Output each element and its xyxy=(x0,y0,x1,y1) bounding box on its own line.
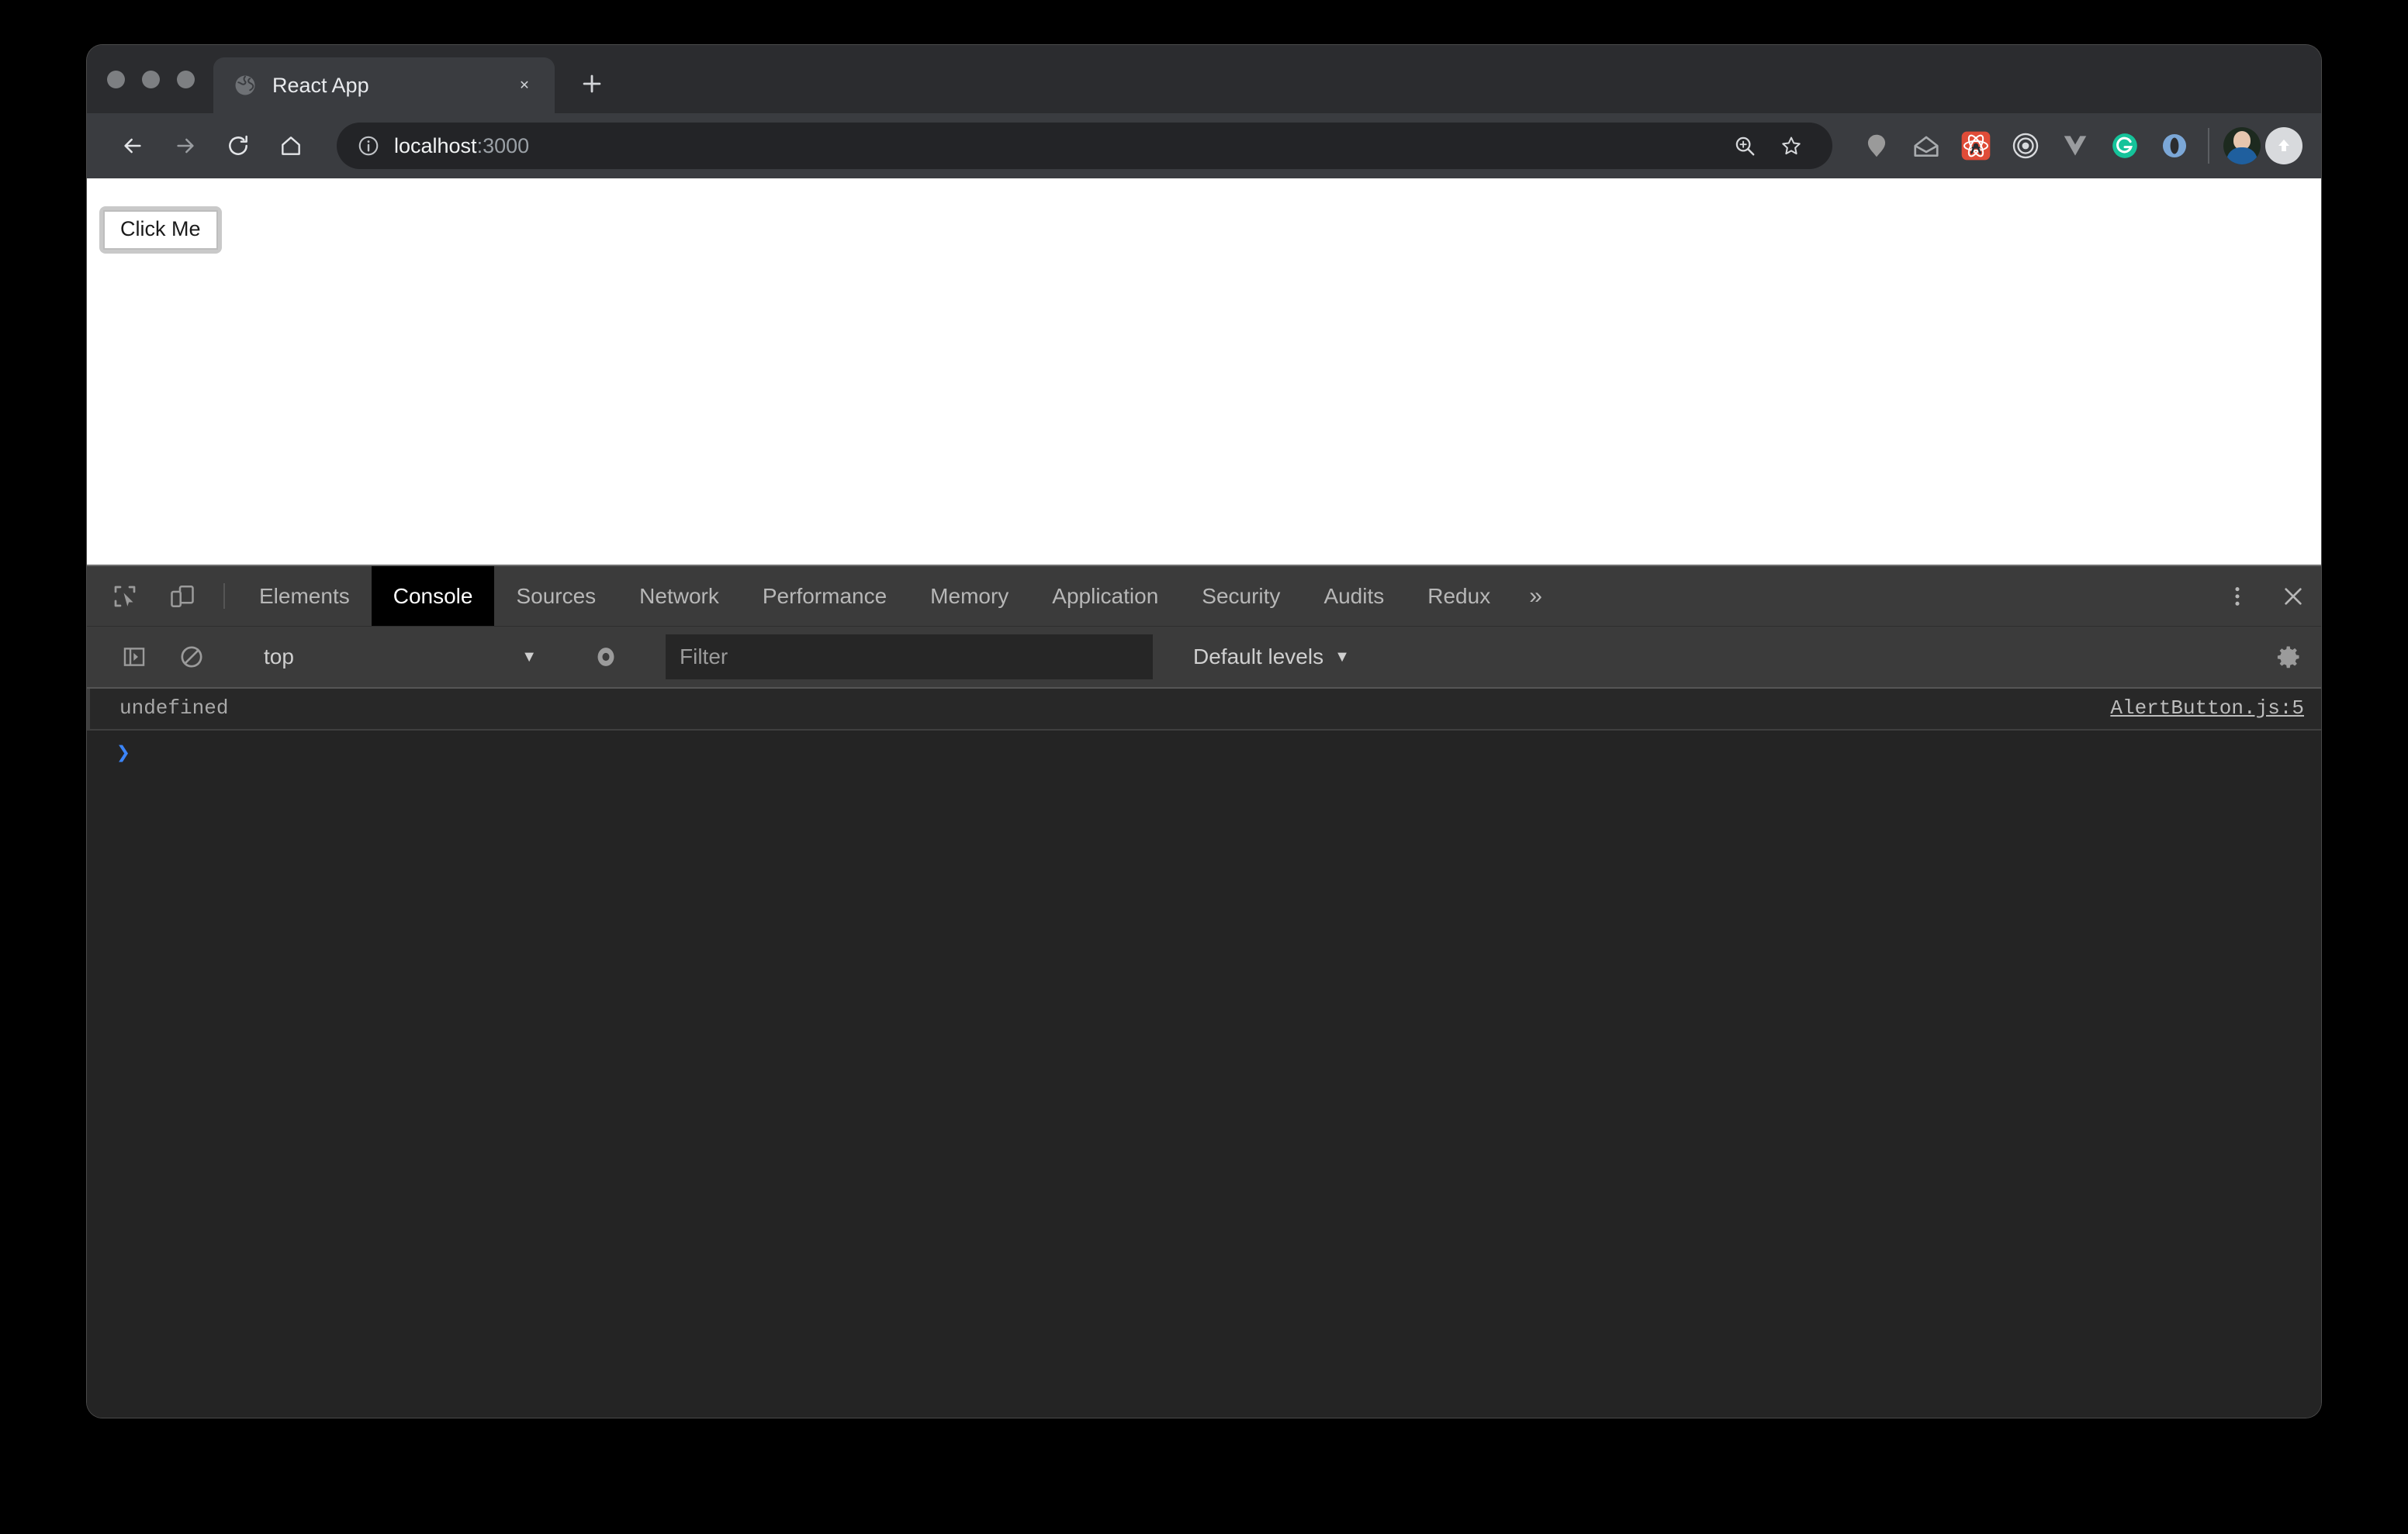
console-prompt-row[interactable]: ❯ xyxy=(87,731,2321,766)
react-devtools-icon[interactable] xyxy=(1956,126,1995,165)
close-icon[interactable] xyxy=(2265,566,2321,627)
inbox-envelope-icon[interactable] xyxy=(1907,126,1946,165)
click-me-button[interactable]: Click Me xyxy=(103,210,218,250)
pin-blob-icon[interactable] xyxy=(1857,126,1896,165)
globe-icon xyxy=(234,74,257,97)
tab-strip: React App ✕ xyxy=(87,45,2321,113)
console-source-link[interactable]: AlertButton.js:5 xyxy=(2110,696,2304,720)
devtools-panel: Elements Console Sources Network Perform… xyxy=(87,565,2321,1418)
console-log-levels-select[interactable]: Default levels ▼ xyxy=(1171,644,1372,669)
console-output[interactable]: undefined AlertButton.js:5 ❯ xyxy=(87,689,2321,1418)
forward-button[interactable] xyxy=(161,122,209,170)
address-bar[interactable]: localhost:3000 xyxy=(337,123,1832,169)
zoom-search-icon[interactable] xyxy=(1724,125,1766,167)
reload-button[interactable] xyxy=(214,122,262,170)
home-button[interactable] xyxy=(267,122,315,170)
live-expression-eye-icon[interactable] xyxy=(577,644,635,670)
vue-chevron-icon[interactable] xyxy=(2056,126,2095,165)
gear-icon[interactable] xyxy=(2256,626,2321,688)
target-circles-icon[interactable] xyxy=(2006,126,2045,165)
console-log-levels-value: Default levels xyxy=(1193,644,1324,669)
devtools-toolbar-divider xyxy=(223,583,225,609)
console-filter-input[interactable] xyxy=(666,634,1153,679)
console-filter-toolbar: top ▼ Default levels ▼ xyxy=(87,627,2321,689)
devtools-tab-security[interactable]: Security xyxy=(1180,566,1302,626)
devtools-tab-elements[interactable]: Elements xyxy=(237,566,372,626)
page-viewport: Click Me xyxy=(87,178,2321,565)
new-tab-button[interactable] xyxy=(569,60,615,107)
console-context-value: top xyxy=(264,644,294,669)
devtools-tabbar: Elements Console Sources Network Perform… xyxy=(87,566,2321,627)
extension-icons xyxy=(1849,126,2194,165)
star-icon[interactable] xyxy=(1770,125,1812,167)
profile-avatar[interactable] xyxy=(2223,127,2261,164)
console-message-row[interactable]: undefined AlertButton.js:5 xyxy=(87,689,2321,731)
avatar-body xyxy=(2226,147,2258,164)
browser-tab-react-app[interactable]: React App ✕ xyxy=(213,57,555,113)
devtools-tab-network[interactable]: Network xyxy=(618,566,741,626)
upload-arrow-icon[interactable] xyxy=(2265,127,2302,164)
devtools-tab-performance[interactable]: Performance xyxy=(741,566,908,626)
window-close-button[interactable] xyxy=(107,70,125,88)
tab-title: React App xyxy=(272,73,369,97)
devtools-tab-memory[interactable]: Memory xyxy=(908,566,1030,626)
devtools-tab-audits[interactable]: Audits xyxy=(1302,566,1406,626)
device-toolbar-icon[interactable] xyxy=(154,566,211,626)
inspect-element-icon[interactable] xyxy=(96,566,154,626)
click-me-focus-ring: Click Me xyxy=(99,206,222,254)
address-bar-url: localhost:3000 xyxy=(394,133,530,157)
devtools-tabbar-actions xyxy=(2183,566,2321,626)
console-message-text: undefined xyxy=(119,696,229,720)
close-icon[interactable]: ✕ xyxy=(511,72,538,98)
back-button[interactable] xyxy=(109,122,157,170)
blue-ring-icon[interactable] xyxy=(2155,126,2194,165)
devtools-tab-sources[interactable]: Sources xyxy=(494,566,618,626)
prompt-chevron-icon: ❯ xyxy=(116,741,131,768)
omnibox-actions xyxy=(1724,125,1812,167)
devtools-tab-redux[interactable]: Redux xyxy=(1406,566,1512,626)
vertical-dots-icon[interactable] xyxy=(2209,566,2265,627)
devtools-tab-overflow-button[interactable]: » xyxy=(1512,566,1559,626)
browser-window: React App ✕ localhost:3000 Click Me Elem… xyxy=(87,45,2321,1418)
console-sidebar-icon[interactable] xyxy=(106,644,163,670)
chevron-down-icon: ▼ xyxy=(521,648,537,665)
window-traffic-lights xyxy=(107,45,213,113)
window-minimize-button[interactable] xyxy=(142,70,160,88)
window-maximize-button[interactable] xyxy=(177,70,195,88)
toolbar-divider xyxy=(2208,128,2209,164)
grammarly-icon[interactable] xyxy=(2105,126,2144,165)
devtools-tab-console[interactable]: Console xyxy=(371,566,495,626)
devtools-tab-application[interactable]: Application xyxy=(1030,566,1180,626)
console-context-select[interactable]: top ▼ xyxy=(247,633,551,681)
clear-console-icon[interactable] xyxy=(163,644,220,670)
info-circle-icon[interactable] xyxy=(357,134,380,157)
browser-toolbar: localhost:3000 xyxy=(87,113,2321,178)
chevron-down-icon: ▼ xyxy=(1334,648,1350,665)
